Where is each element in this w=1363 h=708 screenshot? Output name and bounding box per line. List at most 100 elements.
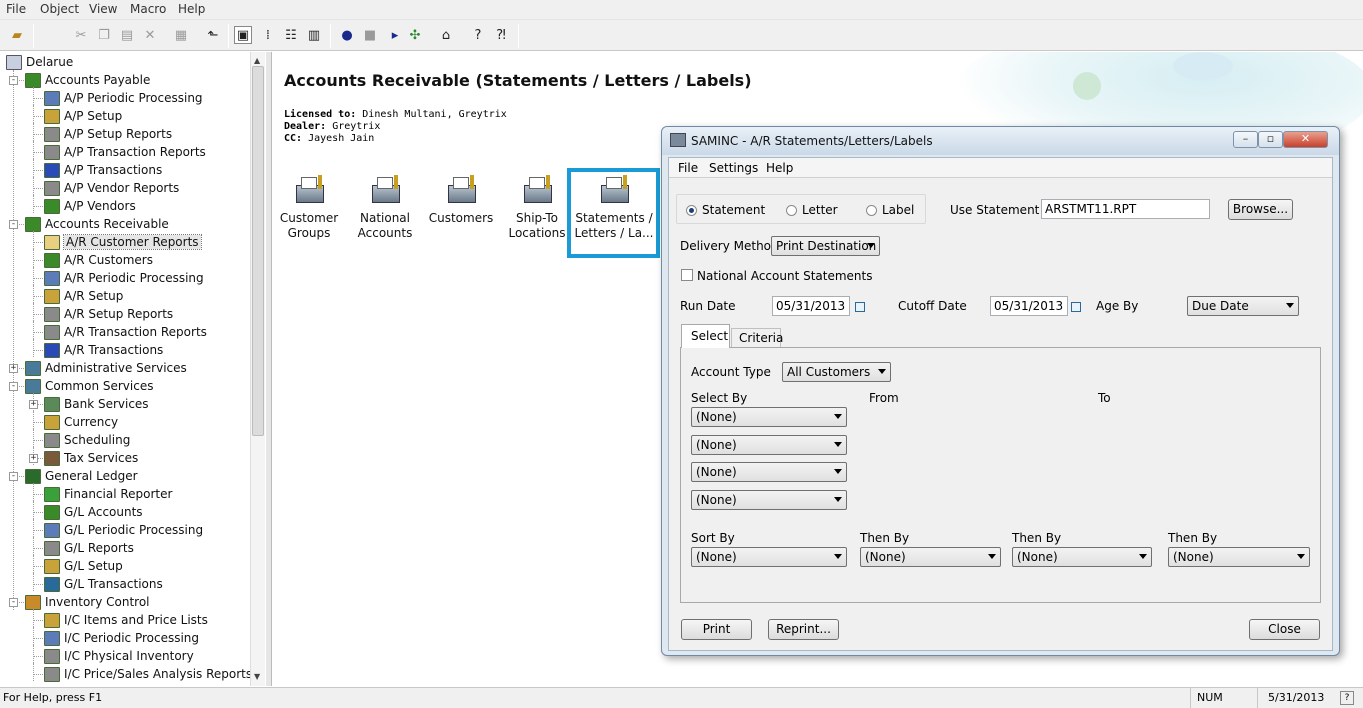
paste-icon[interactable]: ▤ bbox=[118, 26, 136, 44]
radio-label[interactable] bbox=[866, 205, 877, 216]
maximize-icon[interactable]: ▫ bbox=[1258, 131, 1283, 148]
icon-item[interactable]: Customer Groups bbox=[273, 175, 349, 241]
list-view-icon[interactable]: ☷ bbox=[282, 26, 300, 44]
run-macro-icon[interactable]: ▸ bbox=[386, 26, 404, 44]
status-help-icon[interactable]: ? bbox=[1340, 691, 1354, 705]
then-by-select-2[interactable]: (None) bbox=[1012, 547, 1152, 567]
calendar-icon[interactable] bbox=[855, 302, 865, 312]
icon-item[interactable]: National Accounts bbox=[345, 175, 425, 241]
menu-view[interactable]: View bbox=[89, 2, 117, 16]
tree-item[interactable]: General Ledger bbox=[25, 467, 138, 485]
cutoff-date-field[interactable]: 05/31/2013 bbox=[990, 296, 1068, 316]
tree-item[interactable]: Accounts Receivable bbox=[25, 215, 169, 233]
properties-icon[interactable]: ▦ bbox=[172, 26, 190, 44]
collapse-icon[interactable]: - bbox=[9, 382, 18, 391]
home-icon[interactable]: ⌂ bbox=[437, 26, 455, 44]
tree-item[interactable]: Bank Services bbox=[44, 395, 149, 413]
tree-root[interactable]: Delarue bbox=[6, 53, 73, 71]
collapse-icon[interactable]: - bbox=[9, 76, 18, 85]
expand-icon[interactable]: + bbox=[29, 400, 38, 409]
calendar-icon[interactable] bbox=[1071, 302, 1081, 312]
radio-letter[interactable] bbox=[786, 205, 797, 216]
tab-select[interactable]: Select bbox=[681, 324, 730, 348]
national-account-checkbox[interactable] bbox=[681, 269, 693, 281]
minimize-icon[interactable]: – bbox=[1233, 131, 1258, 148]
select-by-4[interactable]: (None) bbox=[691, 490, 847, 510]
tree-item[interactable]: I/C Price/Sales Analysis Reports bbox=[44, 665, 252, 683]
tree-item[interactable]: G/L Reports bbox=[44, 539, 134, 557]
menu-file[interactable]: File bbox=[6, 2, 26, 16]
expand-icon[interactable]: + bbox=[29, 454, 38, 463]
tree-item[interactable]: A/P Setup bbox=[44, 107, 122, 125]
tree-item[interactable]: A/R Transaction Reports bbox=[44, 323, 207, 341]
dlg-menu-help[interactable]: Help bbox=[766, 161, 793, 175]
tree-item[interactable]: A/R Transactions bbox=[44, 341, 163, 359]
tree-item[interactable]: G/L Periodic Processing bbox=[44, 521, 203, 539]
tree-item[interactable]: A/R Setup bbox=[44, 287, 123, 305]
select-by-1[interactable]: (None) bbox=[691, 407, 847, 427]
network-icon[interactable]: ✣ bbox=[406, 26, 424, 44]
use-statement-field[interactable]: ARSTMT11.RPT bbox=[1041, 199, 1210, 219]
tree-item[interactable]: A/P Transactions bbox=[44, 161, 162, 179]
collapse-icon[interactable]: - bbox=[9, 220, 18, 229]
collapse-icon[interactable]: - bbox=[9, 472, 18, 481]
then-by-select-3[interactable]: (None) bbox=[1168, 547, 1310, 567]
icon-item[interactable]: Customers bbox=[421, 175, 501, 226]
tree-scrollbar[interactable]: ▲ ▼ bbox=[250, 52, 265, 686]
up-folder-icon[interactable]: ⬑ bbox=[204, 26, 222, 44]
tree-item[interactable]: I/C Physical Inventory bbox=[44, 647, 194, 665]
tree-item[interactable]: A/R Customers bbox=[44, 251, 153, 269]
tree-item[interactable]: Tax Services bbox=[44, 449, 138, 467]
tree-item[interactable]: G/L Transactions bbox=[44, 575, 163, 593]
account-type-select[interactable]: All Customers bbox=[782, 362, 891, 382]
tree-item[interactable]: Accounts Payable bbox=[25, 71, 150, 89]
expand-icon[interactable]: + bbox=[9, 364, 18, 373]
tree-item[interactable]: G/L Setup bbox=[44, 557, 123, 575]
print-button[interactable]: Print bbox=[681, 619, 752, 640]
tree-item[interactable]: Scheduling bbox=[44, 431, 130, 449]
tree-item[interactable]: A/R Periodic Processing bbox=[44, 269, 204, 287]
icon-item[interactable]: Ship-To Locations bbox=[497, 175, 577, 241]
tree-item[interactable]: A/P Vendor Reports bbox=[44, 179, 179, 197]
tree-item[interactable]: I/C Periodic Processing bbox=[44, 629, 199, 647]
tree-item[interactable]: A/P Periodic Processing bbox=[44, 89, 203, 107]
large-icons-icon[interactable]: ▣ bbox=[234, 26, 252, 44]
then-by-select-1[interactable]: (None) bbox=[860, 547, 1001, 567]
pane-splitter[interactable] bbox=[266, 52, 272, 686]
tree-item[interactable]: Inventory Control bbox=[25, 593, 150, 611]
cut-icon[interactable]: ✂ bbox=[72, 26, 90, 44]
tree-item[interactable]: A/P Transaction Reports bbox=[44, 143, 206, 161]
age-by-select[interactable]: Due Date bbox=[1187, 296, 1299, 316]
tree-item[interactable]: G/L Accounts bbox=[44, 503, 143, 521]
menu-help[interactable]: Help bbox=[178, 2, 205, 16]
context-help-icon[interactable]: ⁈ bbox=[492, 26, 510, 44]
tree-item[interactable]: Common Services bbox=[25, 377, 153, 395]
sort-by-select[interactable]: (None) bbox=[691, 547, 847, 567]
tree-item[interactable]: A/R Customer Reports bbox=[44, 233, 202, 251]
run-date-field[interactable]: 05/31/2013 bbox=[772, 296, 850, 316]
dlg-menu-settings[interactable]: Settings bbox=[709, 161, 758, 175]
close-window-icon[interactable]: ✕ bbox=[1283, 131, 1328, 148]
menu-macro[interactable]: Macro bbox=[130, 2, 166, 16]
tree-item[interactable]: Currency bbox=[44, 413, 118, 431]
select-by-3[interactable]: (None) bbox=[691, 462, 847, 482]
select-by-2[interactable]: (None) bbox=[691, 435, 847, 455]
help-icon[interactable]: ? bbox=[469, 26, 487, 44]
tree-item[interactable]: Administrative Services bbox=[25, 359, 187, 377]
tree-item[interactable]: A/P Vendors bbox=[44, 197, 136, 215]
menu-object[interactable]: Object bbox=[40, 2, 79, 16]
stop-macro-icon[interactable]: ■ bbox=[361, 26, 379, 44]
record-macro-icon[interactable]: ● bbox=[338, 26, 356, 44]
close-button[interactable]: Close bbox=[1249, 619, 1320, 640]
collapse-icon[interactable]: - bbox=[9, 598, 18, 607]
details-view-icon[interactable]: ▥ bbox=[305, 26, 323, 44]
delete-icon[interactable]: ✕ bbox=[141, 26, 159, 44]
radio-statement[interactable] bbox=[686, 205, 697, 216]
browse-button[interactable]: Browse... bbox=[1228, 199, 1293, 220]
open-folder-icon[interactable]: ▰ bbox=[8, 26, 26, 44]
copy-icon[interactable]: ❐ bbox=[95, 26, 113, 44]
delivery-method-select[interactable]: Print Destination bbox=[771, 236, 880, 256]
tree-item[interactable]: A/R Setup Reports bbox=[44, 305, 173, 323]
dlg-menu-file[interactable]: File bbox=[678, 161, 698, 175]
tree-item[interactable]: I/C Items and Price Lists bbox=[44, 611, 208, 629]
